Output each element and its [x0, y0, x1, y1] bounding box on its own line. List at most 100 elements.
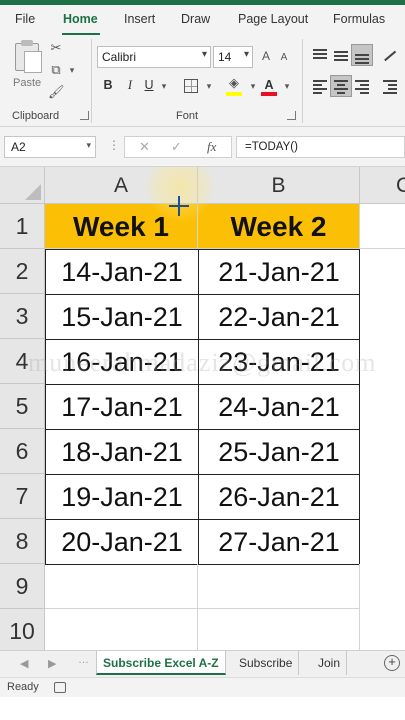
decrease-font-icon[interactable]: A — [276, 51, 292, 65]
prev-sheet-icon[interactable]: ◀ — [20, 657, 28, 670]
more-sheets-icon[interactable]: … — [78, 654, 89, 666]
underline-button[interactable]: U — [142, 77, 156, 93]
clipboard-launcher-icon[interactable] — [80, 111, 89, 120]
align-middle-icon[interactable] — [330, 44, 352, 66]
align-bottom-icon[interactable] — [351, 44, 373, 66]
cell-b6[interactable]: 25-Jan-21 — [198, 429, 360, 475]
row-header[interactable]: 10 — [0, 609, 45, 650]
italic-button[interactable]: I — [123, 77, 137, 93]
cell-b2[interactable]: 21-Jan-21 — [198, 249, 360, 295]
fill-dropdown-icon[interactable]: ▾ — [245, 79, 261, 93]
tab-home[interactable]: Home — [63, 12, 98, 26]
add-sheet-button[interactable]: + — [384, 655, 400, 671]
ribbon-home: Paste ✂ ⧉ ▾ 🖌 Clipboard Calibri ▾ 14 ▾ A… — [0, 35, 405, 127]
cell-c1[interactable] — [360, 204, 405, 249]
font-color-button[interactable]: A — [262, 77, 276, 93]
cancel-icon[interactable]: ✕ — [139, 139, 150, 155]
cell-b9[interactable] — [198, 564, 360, 609]
fill-color-swatch — [226, 92, 242, 96]
borders-button[interactable] — [184, 79, 198, 93]
underline-dropdown-icon[interactable]: ▾ — [156, 79, 172, 93]
cell-a7[interactable]: 19-Jan-21 — [45, 474, 199, 520]
tab-formulas[interactable]: Formulas — [333, 12, 385, 26]
watermark-text: muneerahmadaziz@gmail.com — [28, 348, 377, 377]
format-painter-icon[interactable]: 🖌 — [48, 85, 65, 99]
font-size-value: 14 — [218, 50, 232, 64]
row-header[interactable]: 8 — [0, 519, 45, 564]
copy-dropdown-icon[interactable]: ▾ — [64, 63, 80, 77]
cell-b3[interactable]: 22-Jan-21 — [198, 294, 360, 340]
tab-insert[interactable]: Insert — [124, 12, 155, 26]
cell-a5[interactable]: 17-Jan-21 — [45, 384, 199, 430]
status-bar: Ready — [0, 677, 405, 697]
group-divider — [302, 39, 303, 123]
font-color-swatch — [261, 92, 277, 96]
next-sheet-icon[interactable]: ▶ — [48, 657, 56, 670]
cell-a8[interactable]: 20-Jan-21 — [45, 519, 199, 565]
increase-font-icon[interactable]: A — [258, 49, 274, 63]
cursor-crosshair-icon — [169, 196, 189, 216]
formula-bar-grip-icon[interactable]: ⋮ — [108, 138, 121, 152]
copy-icon[interactable]: ⧉ — [48, 63, 64, 77]
align-right-icon[interactable] — [351, 75, 373, 97]
paste-sheet-icon — [24, 51, 42, 73]
clipboard-clip — [21, 40, 33, 46]
formula-bar: A2 ▾ ⋮ ✕ ✓ fx =TODAY() — [0, 127, 405, 167]
formula-input[interactable]: =TODAY() — [236, 136, 405, 158]
worksheet-grid[interactable]: A B C 1 2 3 4 5 6 7 8 9 10 Week 1 Week 2… — [0, 167, 405, 650]
cut-icon[interactable]: ✂ — [48, 41, 64, 55]
column-header-b[interactable]: B — [198, 167, 360, 204]
fill-color-icon[interactable]: ◈ — [226, 76, 242, 90]
cell-a10[interactable] — [45, 609, 198, 650]
tab-draw[interactable]: Draw — [181, 12, 210, 26]
row-header[interactable]: 9 — [0, 564, 45, 609]
enter-icon[interactable]: ✓ — [171, 139, 182, 155]
paste-button[interactable]: Paste — [8, 39, 46, 94]
cell-a9[interactable] — [45, 564, 198, 609]
sheet-tab-bar: ◀ ▶ … Subscribe Excel A-Z Subscribe Join… — [0, 650, 405, 677]
tab-page-layout[interactable]: Page Layout — [238, 12, 308, 26]
column-header-c[interactable]: C — [360, 167, 405, 204]
status-ready: Ready — [7, 681, 39, 693]
row-header[interactable]: 6 — [0, 429, 45, 474]
row-header[interactable]: 5 — [0, 384, 45, 429]
select-all-button[interactable] — [0, 167, 45, 204]
sheet-tab-subscribe-excel[interactable]: Subscribe Excel A-Z — [96, 651, 226, 675]
paste-label: Paste — [13, 77, 42, 89]
font-size-select[interactable]: 14 ▾ — [213, 46, 253, 68]
align-left-icon[interactable] — [309, 75, 331, 97]
tab-file[interactable]: File — [15, 12, 35, 26]
cell-b7[interactable]: 26-Jan-21 — [198, 474, 360, 520]
sheet-tab-subscribe[interactable]: Subscribe — [233, 651, 300, 675]
sheet-tab-join[interactable]: Join — [312, 651, 348, 675]
bold-button[interactable]: B — [101, 77, 115, 93]
name-box[interactable]: A2 ▾ — [4, 136, 96, 158]
align-center-icon[interactable] — [330, 75, 352, 97]
clipboard-group-label: Clipboard — [12, 110, 60, 122]
formula-value: =TODAY() — [245, 141, 298, 153]
row-header[interactable]: 2 — [0, 249, 45, 294]
cell-a3[interactable]: 15-Jan-21 — [45, 294, 199, 340]
insert-function-icon[interactable]: fx — [207, 139, 216, 155]
cell-b8[interactable]: 27-Jan-21 — [198, 519, 360, 565]
cell-b5[interactable]: 24-Jan-21 — [198, 384, 360, 430]
row-header[interactable]: 1 — [0, 204, 45, 249]
font-color-dropdown-icon[interactable]: ▾ — [279, 79, 295, 93]
borders-dropdown-icon[interactable]: ▾ — [201, 79, 217, 93]
cell-a2[interactable]: 14-Jan-21 — [45, 249, 199, 295]
cell-b10[interactable] — [198, 609, 360, 650]
cell-b1[interactable]: Week 2 — [198, 204, 360, 249]
font-name-select[interactable]: Calibri ▾ — [97, 46, 211, 68]
font-launcher-icon[interactable] — [287, 111, 296, 120]
select-all-icon — [25, 184, 41, 200]
decrease-indent-icon[interactable] — [380, 75, 402, 97]
orientation-icon[interactable] — [380, 44, 402, 66]
cell-a6[interactable]: 18-Jan-21 — [45, 429, 199, 475]
align-top-icon[interactable] — [309, 44, 331, 66]
bottom-padding — [0, 697, 405, 720]
font-group-label: Font — [176, 110, 199, 122]
formula-buttons: ✕ ✓ fx — [124, 136, 232, 158]
row-header[interactable]: 7 — [0, 474, 45, 519]
accessibility-icon[interactable] — [54, 682, 66, 693]
row-header[interactable]: 3 — [0, 294, 45, 339]
